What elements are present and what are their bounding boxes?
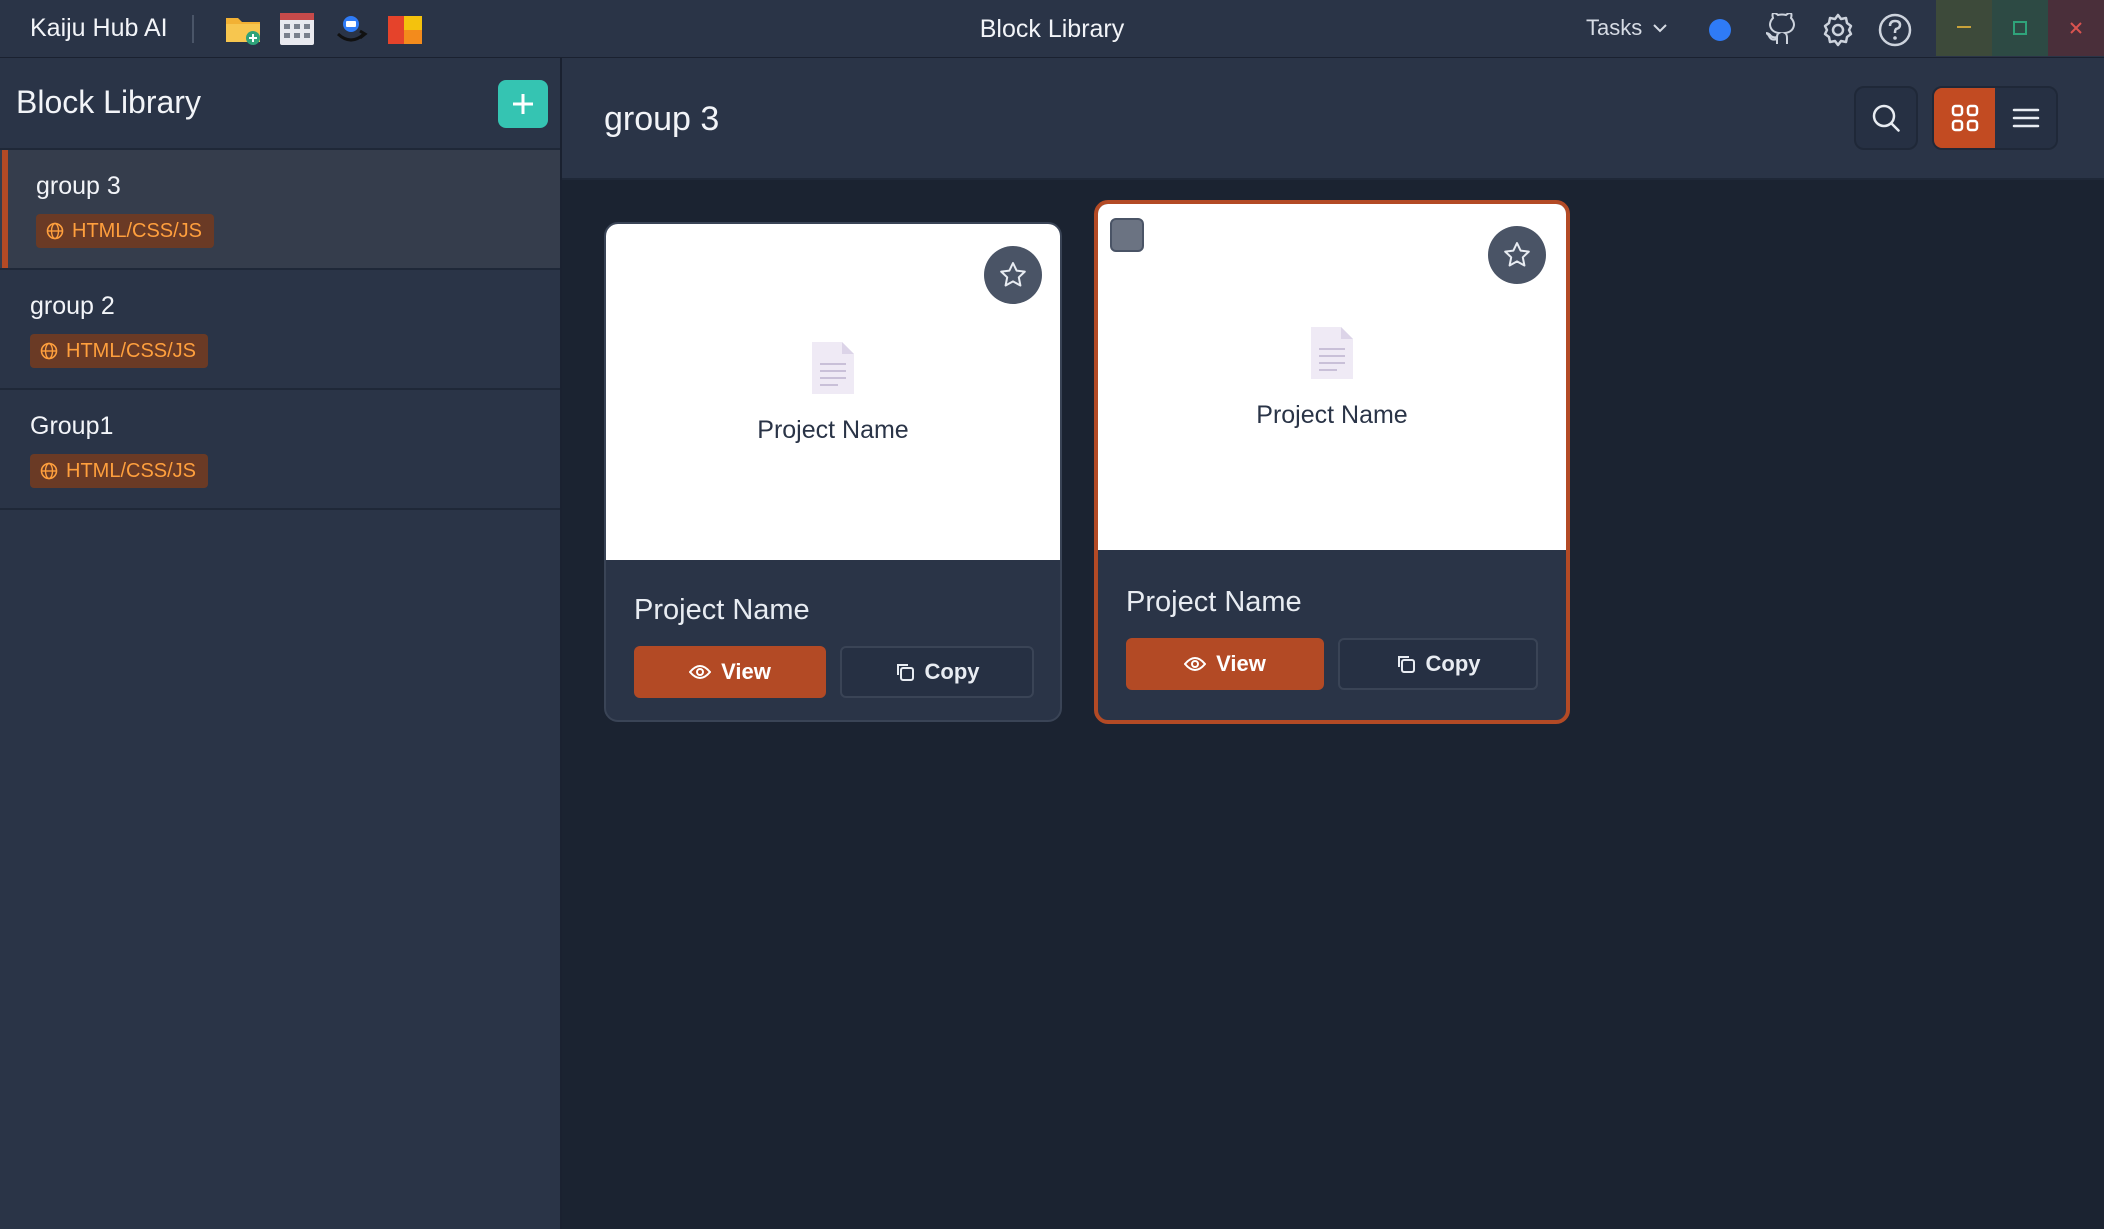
github-icon[interactable] [1764,12,1800,48]
globe-icon [40,462,58,480]
tasks-label: Tasks [1586,15,1643,40]
copy-label: Copy [924,659,980,684]
plus-icon [513,94,533,114]
document-icon [812,341,854,394]
status-dot[interactable] [1709,19,1731,41]
card-preview[interactable]: Project Name [606,224,1060,560]
group-name: group 3 [36,172,121,200]
title-separator [191,14,194,43]
project-card-selected[interactable]: Project Name Project Name View Copy [1094,200,1570,724]
group-name: group 2 [30,292,115,320]
chevron-down-icon [1653,24,1667,33]
copy-button[interactable]: Copy [840,646,1034,698]
search-button[interactable] [1854,86,1918,150]
tag-label: HTML/CSS/JS [66,459,197,482]
card-project-name: Project Name [1126,586,1302,618]
group-name: Group1 [30,412,114,440]
star-icon [1504,242,1530,267]
copy-icon [1397,656,1415,673]
view-button[interactable]: View [634,646,826,698]
maximize-button[interactable] [1992,0,2048,56]
view-toggle [1932,86,2058,150]
folder-add-icon[interactable] [224,10,262,48]
eye-icon [1184,657,1207,671]
app-name: Kaiju Hub AI [30,14,168,42]
maximize-icon [2013,21,2027,35]
gear-icon[interactable] [1820,12,1856,48]
sidebar-item-group-3[interactable]: group 3 HTML/CSS/JS [0,150,560,270]
close-button[interactable] [2048,0,2104,56]
calendar-grid-icon[interactable] [278,10,316,48]
preview-project-name: Project Name [757,415,909,444]
minimize-button[interactable] [1936,0,1992,56]
sidebar-title: Block Library [16,84,201,120]
minimize-icon [1957,26,1971,28]
close-icon [2070,22,2082,34]
view-label: View [1216,651,1266,676]
preview-project-name: Project Name [1256,400,1408,429]
tasks-dropdown[interactable]: Tasks [1586,15,1668,41]
sidebar: Block Library group 3 HTML/CSS/JS group … [0,58,562,1229]
eye-icon [689,665,712,679]
main-header: group 3 [562,58,2104,180]
document-icon [1311,326,1353,379]
search-icon [1872,104,1900,132]
grid-icon [1951,104,1978,132]
tech-tag: HTML/CSS/JS [36,214,215,248]
sidebar-item-group1[interactable]: Group1 HTML/CSS/JS [0,390,560,510]
tech-tag: HTML/CSS/JS [30,454,209,488]
copy-label: Copy [1425,651,1481,676]
sidebar-item-group-2[interactable]: group 2 HTML/CSS/JS [0,270,560,390]
favorite-button[interactable] [984,246,1042,304]
tech-tag: HTML/CSS/JS [30,334,209,368]
sync-cloud-icon[interactable] [332,10,370,48]
copy-button[interactable]: Copy [1338,638,1538,690]
favorite-button[interactable] [1488,226,1546,284]
card-preview[interactable]: Project Name [1098,204,1566,550]
page-title: group 3 [604,100,720,138]
select-checkbox[interactable] [1110,218,1144,252]
copy-icon [896,664,914,681]
tag-label: HTML/CSS/JS [72,219,203,242]
view-label: View [721,659,771,684]
globe-icon [40,342,58,360]
blocks-app-icon[interactable] [386,10,424,48]
star-icon [1000,262,1026,287]
globe-icon [46,222,64,240]
project-card[interactable]: Project Name Project Name View Copy [604,222,1062,722]
card-project-name: Project Name [634,594,810,626]
add-group-button[interactable] [498,80,548,128]
list-icon [2012,108,2039,128]
help-icon[interactable] [1877,12,1913,48]
list-view-button[interactable] [1995,88,2056,148]
sidebar-header: Block Library [0,58,560,150]
tag-label: HTML/CSS/JS [66,339,197,362]
quick-launch-icons [224,10,424,48]
grid-view-button[interactable] [1934,88,1995,148]
view-button[interactable]: View [1126,638,1324,690]
